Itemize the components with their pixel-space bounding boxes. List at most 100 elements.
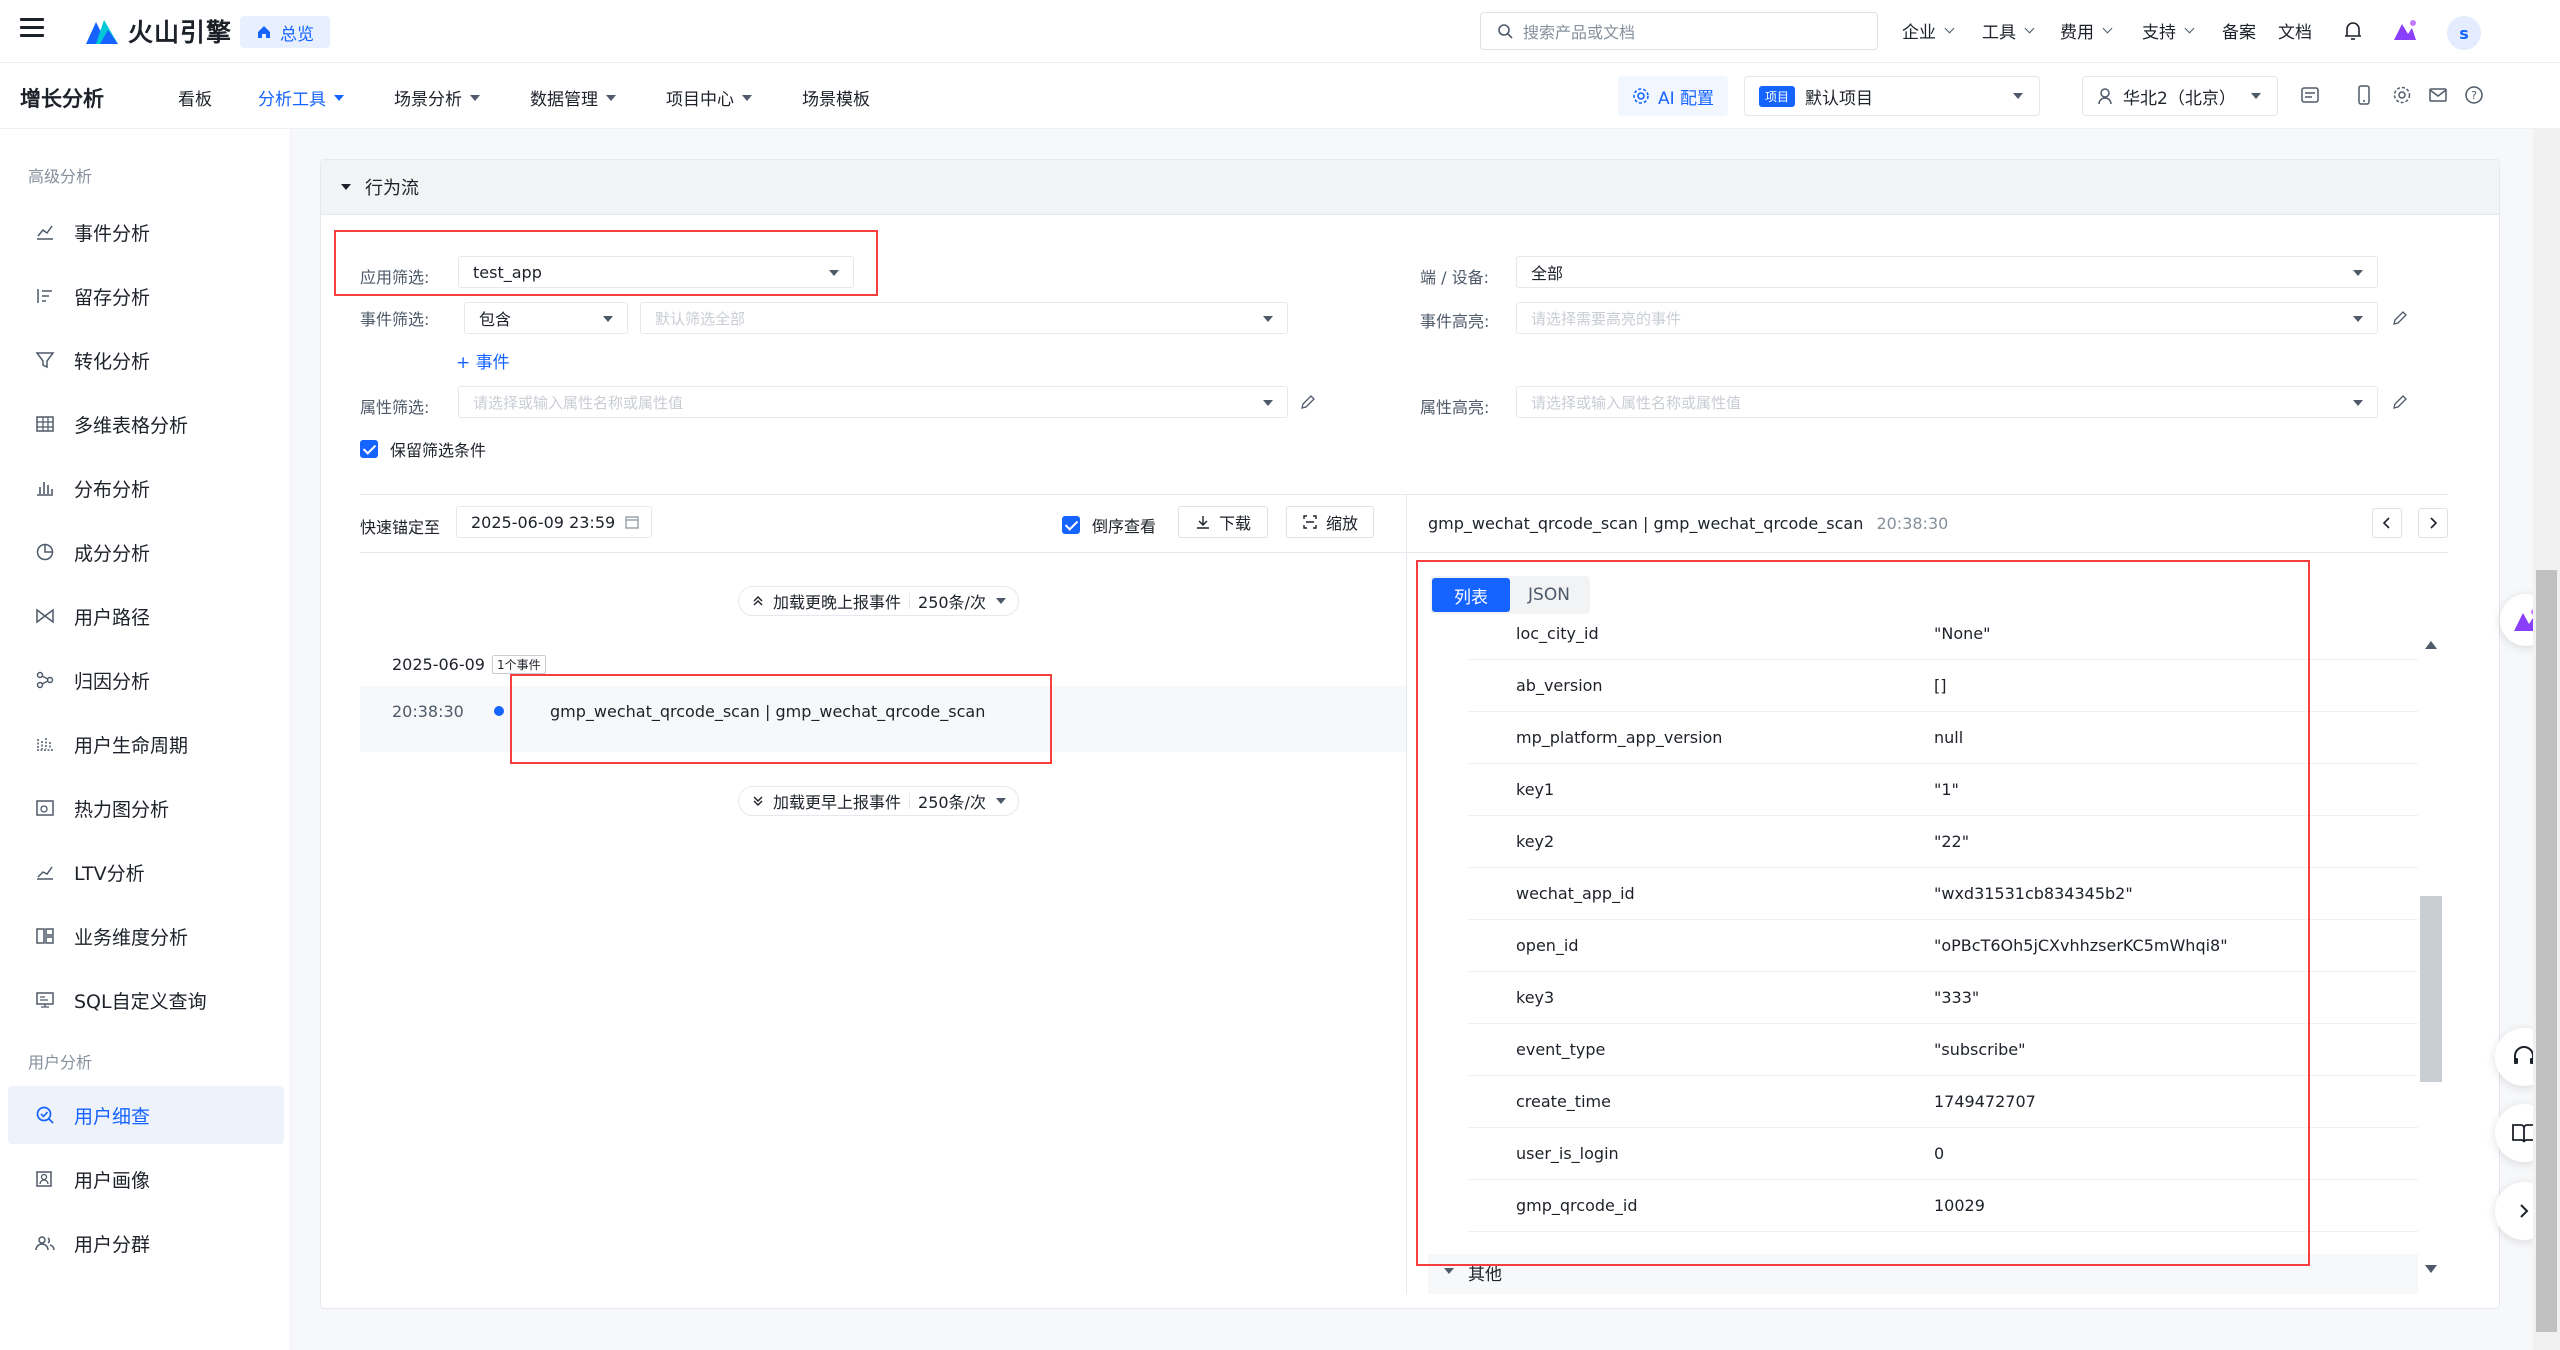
pie-icon: [34, 541, 56, 563]
sidebar-item-sql-query[interactable]: SQL自定义查询: [8, 971, 284, 1029]
event-highlight-select[interactable]: 请选择需要高亮的事件: [1516, 302, 2378, 334]
mobile-icon[interactable]: [2354, 85, 2374, 105]
event-filter-op: 包含: [479, 310, 512, 329]
event-filter-placeholder: 默认筛选全部: [655, 309, 746, 328]
caret-down-icon: [2353, 270, 2363, 276]
settings-icon[interactable]: [2392, 85, 2412, 105]
sidebar-item-conversion[interactable]: 转化分析: [8, 331, 284, 389]
sidebar-item-business-dimension[interactable]: 业务维度分析: [8, 907, 284, 965]
collapse-icon: [341, 184, 351, 190]
ticket-icon[interactable]: [2300, 85, 2320, 105]
sidebar-item-user-path[interactable]: 用户路径: [8, 587, 284, 645]
page-size-label: 250条/次: [918, 793, 986, 812]
edit-icon[interactable]: [1300, 394, 1316, 410]
download-button[interactable]: 下载: [1178, 506, 1268, 538]
product-nav-bar: 增长分析 看板 分析工具 场景分析 数据管理 项目中心 场景模板 AI 配置 项…: [0, 63, 2560, 129]
edit-icon[interactable]: [2392, 394, 2408, 410]
subnav-scene-analysis[interactable]: 场景分析: [394, 85, 480, 110]
collapse-icon: [1444, 1268, 1454, 1274]
topnav-tools[interactable]: 工具: [1982, 18, 2035, 43]
search-input[interactable]: 搜索产品或文档: [1480, 12, 1878, 50]
subnav-scene-template[interactable]: 场景模板: [802, 85, 870, 110]
reverse-view-checkbox[interactable]: 倒序查看: [1062, 513, 1156, 537]
locate-datetime-picker[interactable]: 2025-06-09 23:59: [456, 506, 652, 538]
panel-header[interactable]: 行为流: [321, 160, 2499, 215]
sidebar-item-user-portrait[interactable]: 用户画像: [8, 1150, 284, 1208]
subnav-label: 项目中心: [666, 90, 734, 110]
ai-config-button[interactable]: AI 配置: [1618, 76, 1729, 116]
sidebar: 高级分析 事件分析 留存分析 转化分析 多维表格分析 分布分析 成分分析 用户路…: [0, 129, 291, 1350]
chevron-right-icon: [2430, 517, 2438, 529]
sidebar-item-user-detail[interactable]: 用户细查: [8, 1086, 284, 1144]
keep-filter-checkbox[interactable]: 保留筛选条件: [360, 437, 486, 461]
sidebar-item-label: 热力图分析: [74, 798, 170, 821]
event-filter-op-select[interactable]: 包含: [464, 302, 628, 334]
topnav-support[interactable]: 支持: [2142, 18, 2195, 43]
scroll-thumb[interactable]: [2420, 896, 2442, 1082]
caret-down-icon: [742, 94, 752, 101]
attr-filter-select[interactable]: 请选择或输入属性名称或属性值: [458, 386, 1288, 418]
caret-down-icon: [2353, 400, 2363, 406]
load-later-label: 加载更晚上报事件: [773, 593, 902, 612]
next-event-button[interactable]: [2418, 508, 2448, 538]
event-count-badge: 1个事件: [492, 655, 546, 674]
user-search-icon: [34, 1104, 56, 1126]
sidebar-item-multidim-table[interactable]: 多维表格分析: [8, 395, 284, 453]
edit-icon[interactable]: [2392, 310, 2408, 326]
subnav-dashboard[interactable]: 看板: [178, 85, 212, 110]
prev-event-button[interactable]: [2372, 508, 2402, 538]
home-button[interactable]: 总览: [240, 16, 330, 48]
ai-assistant-icon[interactable]: [2392, 18, 2418, 42]
add-event-button[interactable]: + 事件: [456, 348, 510, 373]
sidebar-item-user-segment[interactable]: 用户分群: [8, 1214, 284, 1272]
load-later-button[interactable]: 加载更晚上报事件 250条/次: [738, 586, 1019, 616]
chevron-right-icon: [2520, 1204, 2529, 1218]
download-icon: [1196, 516, 1209, 529]
sidebar-item-distribution[interactable]: 分布分析: [8, 459, 284, 517]
topnav-label: 文档: [2278, 23, 2312, 43]
sidebar-item-retention[interactable]: 留存分析: [8, 267, 284, 325]
project-select[interactable]: 项目 默认项目: [1744, 76, 2040, 116]
detail-title: gmp_wechat_qrcode_scan | gmp_wechat_qrco…: [1428, 514, 1948, 533]
sidebar-item-ltv[interactable]: LTV分析: [8, 843, 284, 901]
device-select[interactable]: 全部: [1516, 256, 2378, 288]
ltv-icon: [34, 861, 56, 883]
sidebar-item-attribution[interactable]: 归因分析: [8, 651, 284, 709]
sidebar-item-label: 事件分析: [74, 222, 151, 245]
topnav-enterprise[interactable]: 企业: [1902, 18, 1955, 43]
project-badge: 项目: [1759, 85, 1796, 107]
region-select[interactable]: 华北2（北京）: [2082, 76, 2278, 116]
help-icon[interactable]: ?: [2464, 85, 2484, 105]
sidebar-item-lifecycle[interactable]: 用户生命周期: [8, 715, 284, 773]
sidebar-item-heatmap[interactable]: 热力图分析: [8, 779, 284, 837]
sidebar-item-composition[interactable]: 成分分析: [8, 523, 284, 581]
subnav-data-management[interactable]: 数据管理: [530, 85, 616, 110]
attr-highlight-select[interactable]: 请选择或输入属性名称或属性值: [1516, 386, 2378, 418]
event-dot-icon: [494, 706, 504, 716]
mail-icon[interactable]: [2428, 85, 2448, 105]
brand-logo[interactable]: 火山引擎: [84, 14, 232, 48]
topnav-billing[interactable]: 费用: [2060, 18, 2113, 43]
bell-icon[interactable]: [2343, 20, 2363, 42]
page-scrollbar-thumb[interactable]: [2536, 570, 2557, 1332]
menu-icon[interactable]: [20, 18, 44, 38]
subnav-project-center[interactable]: 项目中心: [666, 85, 752, 110]
avatar[interactable]: s: [2447, 16, 2481, 50]
sidebar-item-label: 成分分析: [74, 542, 151, 565]
caret-down-icon: [603, 316, 613, 322]
subnav-analysis-tools[interactable]: 分析工具: [258, 85, 344, 110]
sidebar-item-label: 用户分群: [74, 1233, 151, 1256]
panel-title: 行为流: [365, 178, 419, 199]
detail-scrollbar[interactable]: [2418, 628, 2444, 1288]
event-filter-select[interactable]: 默认筛选全部: [640, 302, 1288, 334]
scroll-up-icon[interactable]: [2424, 640, 2438, 650]
heatmap-icon: [34, 797, 56, 819]
topnav-docs[interactable]: 文档: [2278, 18, 2312, 43]
detail-event-name: gmp_wechat_qrcode_scan | gmp_wechat_qrco…: [1428, 514, 1864, 533]
load-earlier-button[interactable]: 加载更早上报事件 250条/次: [738, 786, 1019, 816]
scroll-down-icon[interactable]: [2424, 1264, 2438, 1274]
zoom-button[interactable]: 缩放: [1286, 506, 1374, 538]
caret-down-icon: [2013, 93, 2023, 99]
topnav-icp[interactable]: 备案: [2222, 18, 2256, 43]
sidebar-item-event-analysis[interactable]: 事件分析: [8, 203, 284, 261]
